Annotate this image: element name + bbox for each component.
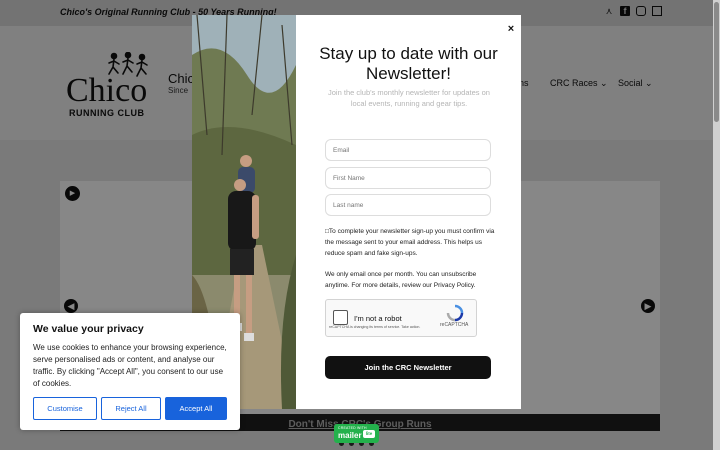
recaptcha-brand: reCAPTCHA (440, 322, 469, 328)
badge-lite: lite (363, 430, 375, 438)
mailerlite-badge[interactable]: CREATED WITH mailer lite (334, 424, 379, 443)
cookie-title: We value your privacy (33, 323, 144, 335)
recaptcha-fineprint[interactable]: reCAPTCHA is changing its terms of servi… (329, 325, 429, 330)
privacy-note: We only email once per month. You can un… (325, 271, 477, 289)
cookie-text: We use cookies to enhance your browsing … (33, 343, 227, 388)
join-newsletter-button[interactable]: Join the CRC Newsletter (325, 356, 491, 379)
first-name-field[interactable] (325, 167, 491, 189)
last-name-field[interactable] (325, 194, 491, 216)
cookie-consent-banner: We value your privacy We use cookies to … (20, 313, 240, 430)
recaptcha-icon (446, 304, 464, 322)
newsletter-modal: × Stay up to date with our Newsletter! J… (192, 15, 521, 409)
scrollbar-thumb[interactable] (714, 2, 719, 122)
badge-created-with: CREATED WITH (338, 426, 367, 430)
recaptcha-widget: I'm not a robot reCAPTCHA reCAPTCHA is c… (325, 299, 477, 337)
reject-all-button[interactable]: Reject All (101, 397, 161, 420)
recaptcha-checkbox[interactable] (333, 310, 348, 325)
email-field[interactable] (325, 139, 491, 161)
modal-title: Stay up to date with our Newsletter! (319, 44, 498, 83)
badge-mailer: mailer (338, 431, 362, 440)
newsletter-form: Stay up to date with our Newsletter! Joi… (296, 15, 521, 409)
confirmation-note: □To complete your newsletter sign-up you… (325, 228, 495, 257)
recaptcha-label: I'm not a robot (354, 314, 402, 323)
customise-button[interactable]: Customise (33, 397, 97, 420)
accept-all-button[interactable]: Accept All (165, 397, 227, 420)
modal-description: Join the club's monthly newsletter for u… (328, 88, 490, 108)
